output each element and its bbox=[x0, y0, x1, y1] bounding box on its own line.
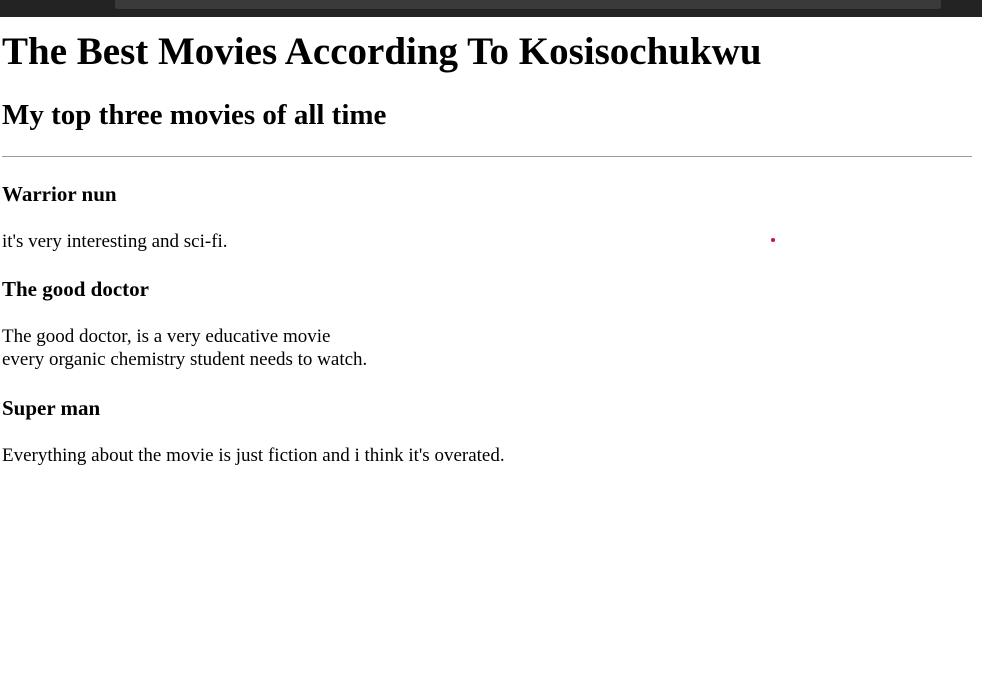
page-subtitle: My top three movies of all time bbox=[2, 99, 387, 131]
movie-title: Super man bbox=[2, 396, 101, 420]
movie-description: The good doctor, is a very educative mov… bbox=[2, 325, 972, 371]
description-line: The good doctor, is a very educative mov… bbox=[2, 326, 331, 347]
description-line: Everything about the movie is just ficti… bbox=[2, 445, 505, 466]
movie-title: Warrior nun bbox=[2, 182, 117, 206]
movie-entry-super-man: Super man Everything about the movie is … bbox=[2, 395, 972, 467]
description-line: it's very interesting and sci-fi. bbox=[2, 231, 228, 252]
movie-entry-the-good-doctor: The good doctor The good doctor, is a ve… bbox=[2, 276, 972, 371]
movie-entry-warrior-nun: Warrior nun it's very interesting and sc… bbox=[2, 181, 972, 253]
address-bar[interactable] bbox=[115, 0, 941, 9]
movie-title: The good doctor bbox=[2, 277, 149, 301]
cursor-dot bbox=[771, 238, 775, 242]
movie-description: Everything about the movie is just ficti… bbox=[2, 444, 972, 467]
page-content: The Best Movies According To Kosisochukw… bbox=[2, 17, 972, 467]
description-line: every organic chemistry student needs to… bbox=[2, 349, 368, 370]
movie-description: it's very interesting and sci-fi. bbox=[2, 230, 972, 253]
divider bbox=[2, 156, 972, 157]
page-title: The Best Movies According To Kosisochukw… bbox=[2, 30, 762, 73]
browser-toolbar bbox=[0, 0, 982, 17]
